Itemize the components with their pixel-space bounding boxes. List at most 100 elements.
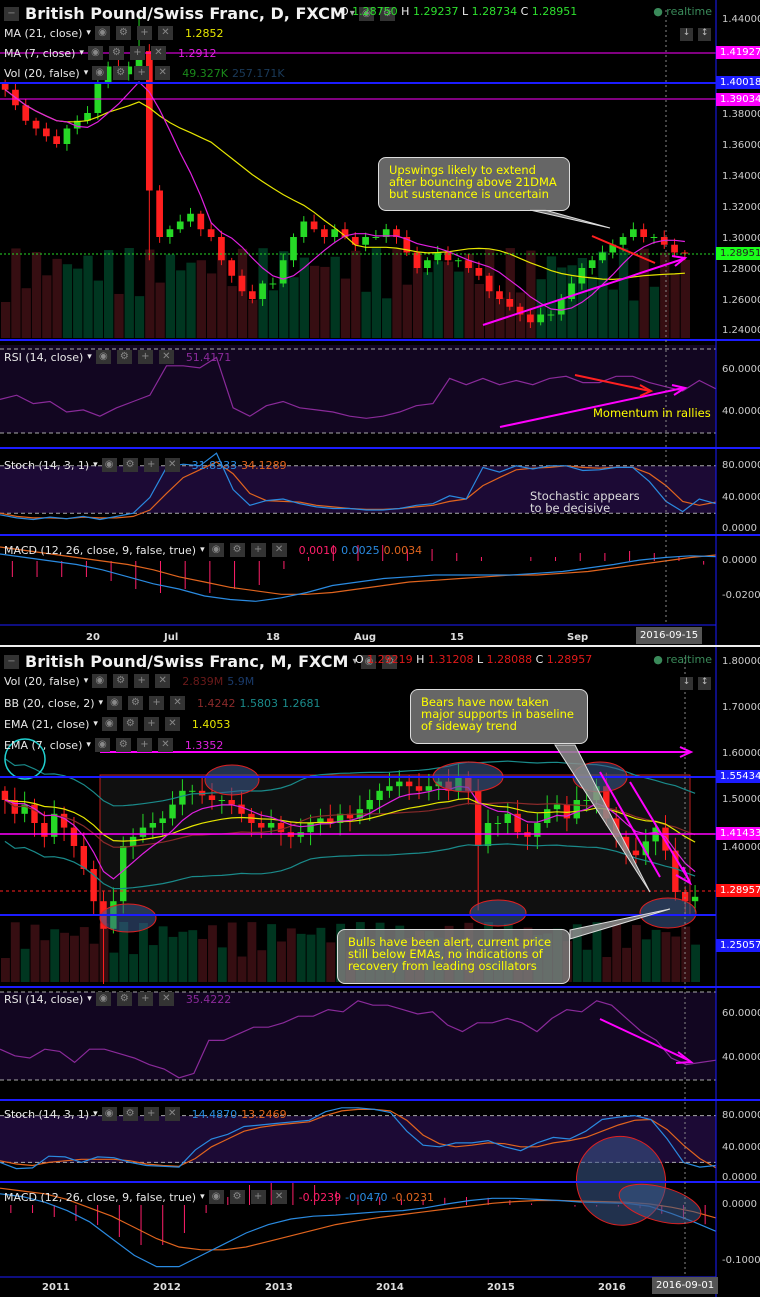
volume-legend[interactable]: Vol (20, false) ▾ ◉ ⚙ + ✕ 2.839M 5.9M (4, 674, 254, 688)
volume-bar (158, 926, 168, 982)
scale-buttons[interactable]: ↓ ↕ (680, 669, 712, 690)
macd-legend[interactable]: MACD (12, 26, close, 9, false, true) ▾ ◉ ⚙ +… (4, 543, 422, 557)
plus-icon[interactable]: + (136, 738, 152, 752)
plus-icon[interactable]: + (143, 1107, 159, 1121)
eye-icon[interactable]: ◉ (87, 46, 103, 60)
gear-icon[interactable]: ⚙ (229, 543, 245, 557)
gear-icon[interactable]: ⚙ (115, 738, 131, 752)
gear-icon[interactable]: ⚙ (128, 696, 144, 710)
plus-icon[interactable]: + (134, 674, 150, 688)
symbol-legend[interactable]: − British Pound/Swiss Franc, D, FXCM ▾ ◉… (4, 4, 397, 23)
eye-icon[interactable]: ◉ (101, 1107, 117, 1121)
candle (578, 268, 586, 284)
plus-icon[interactable]: + (250, 1190, 266, 1204)
monthly-chart[interactable]: − British Pound/Swiss Franc, M, FXCM ▾ ◉… (0, 645, 760, 1297)
close-icon[interactable]: ✕ (164, 1107, 180, 1121)
close-icon[interactable]: ✕ (158, 350, 174, 364)
close-icon[interactable]: ✕ (157, 738, 173, 752)
eye-icon[interactable]: ◉ (107, 696, 123, 710)
price-axis-label: 1.28000 (722, 264, 760, 275)
close-icon[interactable]: ✕ (164, 717, 180, 731)
gear-icon[interactable]: ⚙ (122, 717, 138, 731)
volume-bar (382, 298, 392, 338)
collapse-icon[interactable]: − (4, 6, 19, 21)
close-icon[interactable]: ✕ (170, 696, 186, 710)
gear-icon[interactable]: ⚙ (122, 458, 138, 472)
eye-icon[interactable]: ◉ (101, 717, 117, 731)
daily-chart[interactable]: − British Pound/Swiss Franc, D, FXCM ▾ ◉… (0, 0, 760, 645)
candle (527, 314, 534, 323)
eye-icon[interactable]: ◉ (95, 992, 111, 1006)
eye-icon[interactable]: ◉ (94, 26, 110, 40)
gear-icon[interactable]: ⚙ (108, 46, 124, 60)
eye-icon[interactable]: ◉ (92, 674, 108, 688)
plus-icon[interactable]: + (143, 458, 159, 472)
volume-bar (257, 950, 267, 982)
collapse-icon[interactable]: − (4, 654, 19, 669)
chart-title[interactable]: British Pound/Swiss Franc, D, FXCM (25, 4, 346, 23)
arrow-down-icon[interactable]: ↓ (680, 677, 693, 690)
close-icon[interactable]: ✕ (155, 66, 171, 80)
annotation-callout[interactable]: Bulls have been alert, current price sti… (337, 929, 570, 984)
rsi-legend[interactable]: RSI (14, close) ▾ ◉ ⚙ + ✕ 51.4171 (4, 350, 231, 364)
ema21-legend[interactable]: EMA (21, close) ▾ ◉ ⚙ + ✕ 1.4053 (4, 717, 230, 731)
candle (362, 237, 369, 245)
gear-icon[interactable]: ⚙ (116, 992, 132, 1006)
rsi-axis-label: 40.0000 (722, 1052, 760, 1063)
candle (32, 120, 40, 129)
ema7-legend[interactable]: EMA (7, close) ▾ ◉ ⚙ + ✕ 1.3352 (4, 738, 223, 752)
gear-icon[interactable]: ⚙ (122, 1107, 138, 1121)
gear-icon[interactable]: ⚙ (116, 350, 132, 364)
volume-bar (651, 929, 661, 982)
rsi-legend[interactable]: RSI (14, close) ▾ ◉ ⚙ + ✕ 35.4222 (4, 992, 231, 1006)
gear-icon[interactable]: ⚙ (229, 1190, 245, 1204)
volume-legend[interactable]: Vol (20, false) ▾ ◉ ⚙ + ✕ 49.327K 257.171K (4, 66, 285, 80)
gear-icon[interactable]: ⚙ (113, 674, 129, 688)
close-icon[interactable]: ✕ (271, 1190, 287, 1204)
plus-icon[interactable]: + (149, 696, 165, 710)
macd-legend[interactable]: MACD (12, 26, close, 9, false, true) ▾ ◉ ⚙ +… (4, 1190, 434, 1204)
gear-icon[interactable]: ⚙ (115, 26, 131, 40)
gear-icon[interactable]: ⚙ (113, 66, 129, 80)
plus-icon[interactable]: + (129, 46, 145, 60)
plus-icon[interactable]: + (137, 350, 153, 364)
eye-icon[interactable]: ◉ (95, 350, 111, 364)
eye-icon[interactable]: ◉ (208, 543, 224, 557)
stoch-legend[interactable]: Stoch (14, 3, 1) ▾ ◉ ⚙ + ✕ 31.8333 34.1289 (4, 458, 287, 472)
symbol-legend[interactable]: − British Pound/Swiss Franc, M, FXCM ▾ ◉… (4, 652, 399, 671)
scale-buttons[interactable]: ↓ ↕ (680, 20, 712, 41)
plus-icon[interactable]: + (134, 66, 150, 80)
eye-icon[interactable]: ◉ (92, 66, 108, 80)
annotation-callout[interactable]: Bears have now taken major supports in b… (410, 689, 588, 744)
bb-legend[interactable]: BB (20, close, 2) ▾ ◉ ⚙ + ✕ 1.4242 1.5803 1.2681 (4, 696, 321, 710)
close-icon[interactable]: ✕ (271, 543, 287, 557)
stoch-legend[interactable]: Stoch (14, 3, 1) ▾ ◉ ⚙ + ✕ 14.4870 13.2469 (4, 1107, 287, 1121)
plus-icon[interactable]: + (143, 717, 159, 731)
arrow-down-icon[interactable]: ↓ (680, 28, 693, 41)
eye-icon[interactable]: ◉ (208, 1190, 224, 1204)
eye-icon[interactable]: ◉ (94, 738, 110, 752)
candle (279, 260, 287, 284)
volume-bar (134, 296, 145, 338)
ohlc-readout: O 1.29219 H 1.31208 L 1.28088 C 1.28957 (355, 653, 593, 666)
close-icon[interactable]: ✕ (150, 46, 166, 60)
close-icon[interactable]: ✕ (157, 26, 173, 40)
ma21-legend[interactable]: MA (21, close) ▾ ◉ ⚙ + ✕ 1.2852 (4, 26, 223, 40)
resize-vertical-icon[interactable]: ↕ (698, 28, 712, 41)
eye-icon[interactable]: ◉ (101, 458, 117, 472)
plus-icon[interactable]: + (136, 26, 152, 40)
plus-icon[interactable]: + (250, 543, 266, 557)
ellipse-marker (204, 764, 260, 796)
volume-bar (296, 933, 306, 982)
volume-bar (176, 270, 186, 338)
close-icon[interactable]: ✕ (158, 992, 174, 1006)
plus-icon[interactable]: + (137, 992, 153, 1006)
candle (557, 299, 565, 315)
annotation-callout[interactable]: Upswings likely to extend after bouncing… (378, 157, 570, 211)
time-axis-label: 2013 (265, 1282, 293, 1293)
chart-title[interactable]: British Pound/Swiss Franc, M, FXCM (25, 652, 348, 671)
close-icon[interactable]: ✕ (164, 458, 180, 472)
resize-vertical-icon[interactable]: ↕ (698, 677, 712, 690)
close-icon[interactable]: ✕ (155, 674, 171, 688)
ma7-legend[interactable]: MA (7, close) ▾ ◉ ⚙ + ✕ 1.2912 (4, 46, 216, 60)
